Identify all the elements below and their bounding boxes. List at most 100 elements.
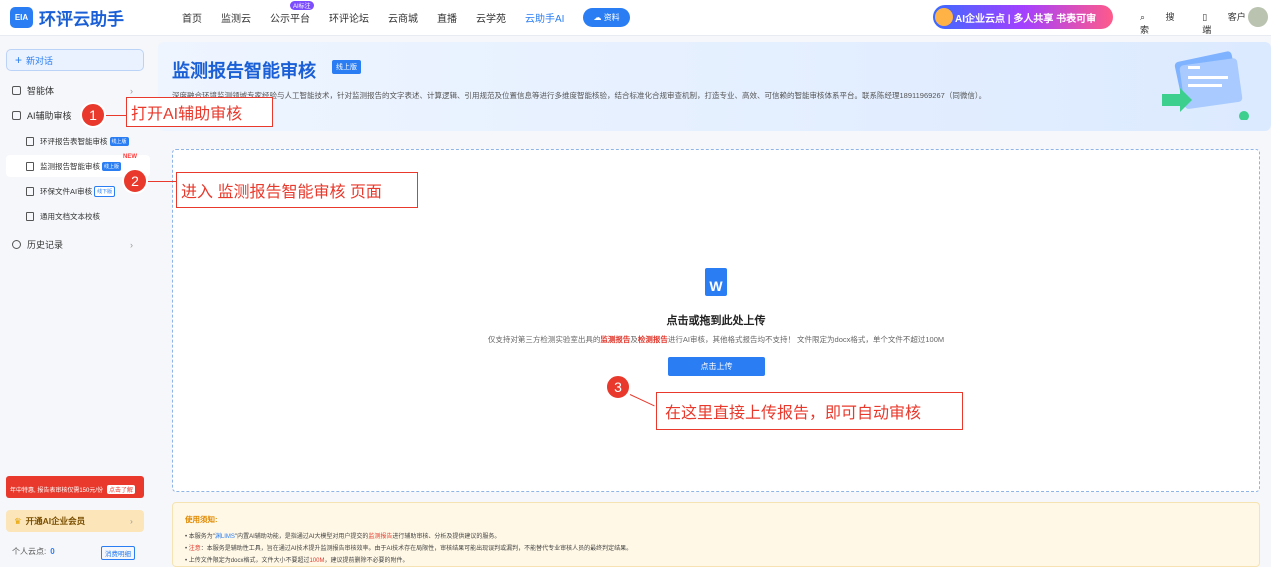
doc-icon bbox=[26, 212, 34, 221]
plus-icon: + bbox=[15, 53, 23, 67]
ai-icon bbox=[12, 111, 21, 120]
sidebar-item-ai-review[interactable]: AI辅助审核 bbox=[12, 109, 72, 122]
notice-text: 上传文件限定为docx格式，文件大小不要超过 bbox=[188, 558, 310, 564]
notice-link[interactable]: 渊LIMS bbox=[215, 534, 235, 540]
client-link[interactable]: ▯ 客户端 bbox=[1202, 10, 1253, 36]
cloud-icon: ☁ bbox=[593, 13, 604, 22]
upload-description: 仅支持对第三方检测实验室出具的监测报告及检测报告进行AI审核，其他格式报告均不支… bbox=[173, 334, 1259, 345]
sidebar-item-label: 历史记录 bbox=[27, 240, 64, 250]
notice-text: 进行辅助审核、分析及提供建议的服务。 bbox=[392, 534, 501, 540]
avatar[interactable] bbox=[1248, 7, 1268, 27]
upload-desc-part: 仅支持对第三方检测实验室出具的 bbox=[487, 335, 601, 344]
nav-public-platform[interactable]: 公示平台 AI标注 bbox=[270, 1, 314, 25]
points-display: 个人云点: 0 bbox=[12, 546, 55, 557]
vip-label: 开通AI企业会员 bbox=[25, 516, 86, 526]
notice-text: "内置AI辅助功能，是指通过AI大模型对用户提交的 bbox=[234, 534, 369, 540]
new-badge: NEW bbox=[123, 154, 137, 160]
online-tag: 线上版 bbox=[109, 137, 129, 146]
sidebar-item-history[interactable]: 历史记录 › bbox=[12, 238, 133, 251]
online-tag: 线上版 bbox=[332, 60, 361, 74]
chevron-right-icon: › bbox=[130, 516, 133, 526]
logo-icon: EIA bbox=[10, 7, 33, 28]
sidebar-sub-eia-review[interactable]: 环评报告表智能审核 线上版 bbox=[26, 136, 129, 147]
callout-label-2: 进入 监测报告智能审核 页面 bbox=[176, 172, 418, 208]
callout-label-3: 在这里直接上传报告，即可自动审核 bbox=[656, 392, 963, 430]
nav-monitoring-cloud[interactable]: 监测云 bbox=[221, 10, 251, 25]
notice-text: ，建议提前删除不必要的附件。 bbox=[324, 558, 409, 564]
nav-forum[interactable]: 环评论坛 bbox=[329, 10, 369, 25]
points-value: 0 bbox=[50, 547, 55, 556]
logo[interactable]: EIA 环评云助手 bbox=[10, 5, 160, 30]
callout-number-2: 2 bbox=[122, 168, 148, 194]
nav-academy[interactable]: 云学苑 bbox=[476, 10, 506, 25]
chevron-right-icon: › bbox=[130, 85, 133, 96]
sidebar-sub-env-file-review[interactable]: 环保文件AI审核 线下版 bbox=[26, 186, 116, 197]
notice-line: • 上传文件限定为docx格式，文件大小不要超过100M，建议提前删除不必要的附… bbox=[185, 558, 409, 564]
callout-connector bbox=[148, 181, 176, 182]
notice-line: • 本服务为"渊LIMS"内置AI辅助功能，是指通过AI大模型对用户提交的监测报… bbox=[185, 534, 501, 540]
doc-icon bbox=[26, 162, 34, 171]
upload-title: 点击或拖到此处上传 bbox=[666, 315, 766, 327]
upload-desc-highlight: 监测报告 bbox=[600, 335, 631, 344]
new-chat-button[interactable]: + 新对话 bbox=[6, 49, 144, 71]
sub-item-label: 环评报告表智能审核 bbox=[40, 137, 108, 146]
grid-icon bbox=[12, 86, 21, 95]
nav-mall[interactable]: 云商城 bbox=[388, 10, 418, 25]
search-icon: ⌕ bbox=[1140, 12, 1148, 22]
upload-button[interactable]: 点击上传 bbox=[668, 357, 765, 376]
sub-item-label: 监测报告智能审核 bbox=[40, 162, 100, 171]
doc-icon bbox=[26, 137, 34, 146]
sub-item-label: 通用文档文本校核 bbox=[40, 212, 100, 221]
sidebar-sub-monitoring-review[interactable]: 监测报告智能审核 线上版 NEW bbox=[26, 154, 137, 172]
sidebar-sub-text-check[interactable]: 通用文档文本校核 bbox=[26, 211, 100, 222]
offline-tag: 线下版 bbox=[94, 186, 116, 197]
nav-live[interactable]: 直播 bbox=[437, 10, 457, 25]
vip-button[interactable]: ♛ 开通AI企业会员 › bbox=[6, 510, 144, 532]
coin-icon bbox=[935, 8, 953, 26]
promo-banner[interactable]: 年中特惠, 报告表审核仅需150元/份 点击了解 bbox=[6, 476, 144, 498]
notice-highlight: 监测报告 bbox=[368, 534, 393, 540]
crown-icon: ♛ bbox=[14, 515, 22, 526]
clock-icon bbox=[12, 240, 21, 249]
points-detail-button[interactable]: 消费明细 bbox=[101, 546, 135, 560]
callout-label-1: 打开AI辅助审核 bbox=[126, 97, 273, 127]
promo-button[interactable]: 点击了解 bbox=[107, 485, 136, 494]
ai-promo-banner[interactable]: AI企业云点 | 多人共享 书表可审 bbox=[933, 5, 1113, 29]
notice-title: 使用须知: bbox=[185, 515, 218, 524]
upload-desc-highlight: 检测报告 bbox=[637, 335, 668, 344]
online-tag: 线上版 bbox=[102, 162, 122, 171]
sidebar-item-label: AI辅助审核 bbox=[27, 111, 72, 121]
notice-text: 本服务为" bbox=[188, 534, 215, 540]
materials-label: 资料 bbox=[603, 13, 620, 22]
callout-number-1: 1 bbox=[80, 102, 106, 128]
notice-highlight: 注意 bbox=[188, 546, 201, 552]
page-title: 监测报告智能审核 bbox=[172, 61, 316, 81]
upload-desc-part: 进行AI审核，其他格式报告均不支持！ 文件限定为docx格式，单个文件不超过10… bbox=[667, 335, 945, 344]
word-doc-icon: W bbox=[705, 268, 727, 296]
materials-button[interactable]: ☁ 资料 bbox=[583, 8, 630, 27]
nav-home[interactable]: 首页 bbox=[182, 10, 202, 25]
notice-text: ：本服务是辅助性工具，旨在通过AI技术提升监测报告审核效率。由于AI技术存在局限… bbox=[200, 546, 633, 552]
callout-connector bbox=[106, 115, 126, 116]
search-link[interactable]: ⌕ 搜索 bbox=[1140, 10, 1184, 36]
chevron-right-icon: › bbox=[130, 239, 133, 250]
callout-number-3: 3 bbox=[605, 374, 631, 400]
main-nav: 首页 监测云 公示平台 AI标注 环评论坛 云商城 直播 云学苑 云助手AI ☁ … bbox=[182, 1, 630, 27]
points-label: 个人云点: bbox=[12, 547, 47, 556]
nav-ai-assistant[interactable]: 云助手AI bbox=[525, 10, 564, 25]
upload-desc-part: 及 bbox=[630, 335, 638, 344]
nav-public-platform-label: 公示平台 bbox=[270, 14, 310, 25]
nav-ai-badge: AI标注 bbox=[290, 1, 314, 10]
sub-item-label: 环保文件AI审核 bbox=[40, 187, 93, 196]
notice-highlight: 100M bbox=[309, 558, 325, 564]
page-header-card: 监测报告智能审核 线上版 深度融合环境监测领域专家经验与人工智能技术，针对监测报… bbox=[158, 42, 1271, 131]
promo-text: 年中特惠, 报告表审核仅需150元/份 bbox=[10, 488, 104, 494]
document-illustration bbox=[1162, 51, 1249, 120]
folder-icon bbox=[26, 187, 34, 196]
notice-line: • 注意：本服务是辅助性工具，旨在通过AI技术提升监测报告审核效率。由于AI技术… bbox=[185, 546, 633, 552]
ai-promo-text: AI企业云点 | 多人共享 书表可审 bbox=[955, 13, 1097, 25]
page-description: 深度融合环境监测领域专家经验与人工智能技术，针对监测报告的文字表述、计算逻辑、引… bbox=[172, 91, 987, 100]
top-nav-bar: EIA 环评云助手 首页 监测云 公示平台 AI标注 环评论坛 云商城 直播 云学… bbox=[0, 0, 1271, 36]
logo-text: 环评云助手 bbox=[39, 10, 124, 29]
sidebar-item-agents[interactable]: 智能体 › bbox=[12, 84, 133, 97]
